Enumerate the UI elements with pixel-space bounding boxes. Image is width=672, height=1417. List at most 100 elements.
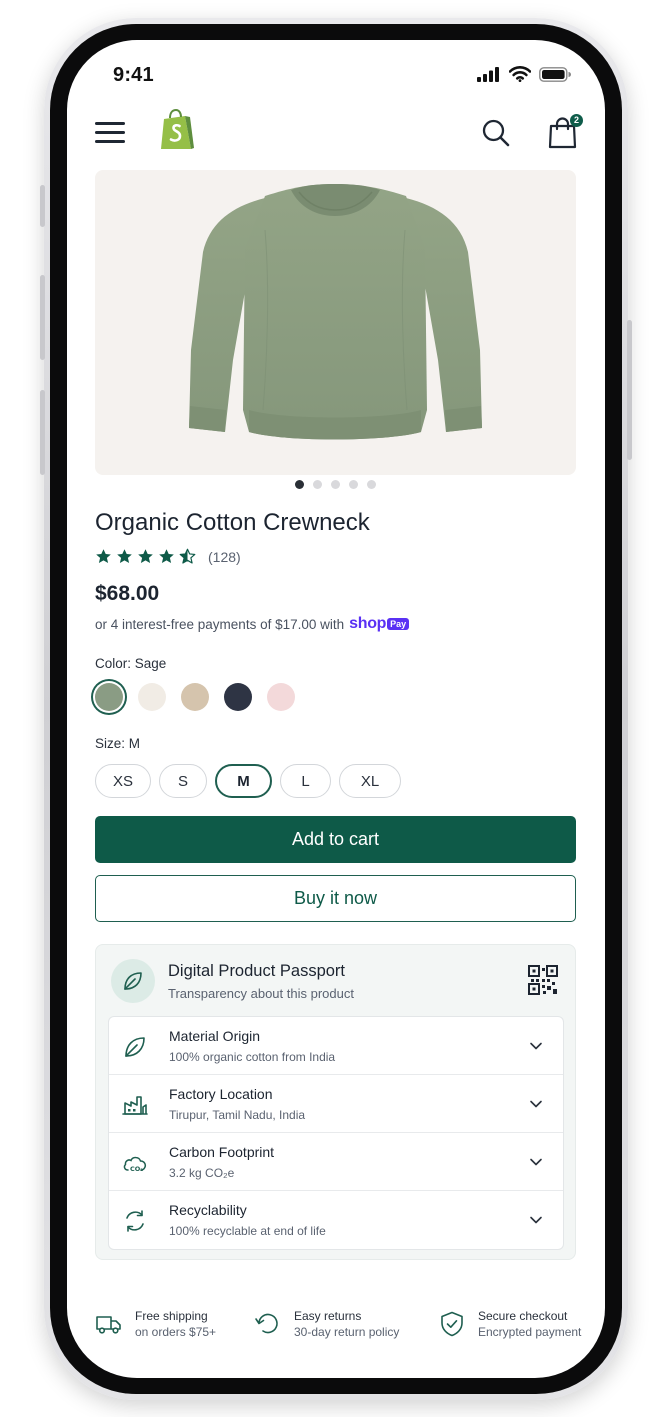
passport-item-title: Factory Location: [169, 1086, 273, 1102]
cart-button[interactable]: 2: [547, 114, 583, 150]
leaf-icon: [125, 1037, 145, 1057]
star-icon: [138, 549, 153, 563]
star-icon: [159, 549, 174, 563]
digital-product-passport: Digital Product Passport Transparency ab…: [95, 944, 576, 1260]
wifi-icon: [509, 66, 531, 82]
star-icon: [96, 549, 111, 563]
status-icons: [477, 66, 571, 82]
rating[interactable]: (128): [95, 548, 241, 565]
passport-item-carbon-footprint[interactable]: CO₂ Carbon Footprint 3.2 kg CO₂e: [109, 1133, 563, 1191]
passport-leaf-badge: [111, 959, 155, 1003]
trust-title: Free shipping: [135, 1309, 208, 1323]
color-selected-value: Sage: [134, 656, 167, 671]
menu-icon-line: [95, 131, 125, 134]
menu-icon: [95, 122, 125, 125]
trust-text: Secure checkout Encrypted payment: [478, 1308, 581, 1340]
color-swatches: [95, 683, 295, 711]
trust-secure-checkout: Secure checkout Encrypted payment: [438, 1308, 581, 1340]
side-button-mute: [40, 185, 45, 227]
phone-screen: 9:41 2 Organic Cotton Crewneck (128) $68…: [67, 40, 605, 1378]
passport-item-factory-location[interactable]: Factory Location Tirupur, Tamil Nadu, In…: [109, 1075, 563, 1133]
menu-button[interactable]: [95, 122, 125, 146]
carousel-dot[interactable]: [312, 480, 322, 489]
image-carousel-dots[interactable]: [67, 480, 605, 489]
star-icon: [117, 549, 132, 563]
installments-text: or 4 interest-free payments of $17.00 wi…: [95, 616, 345, 632]
battery-icon: [539, 66, 571, 82]
side-button-volume-up: [40, 275, 45, 360]
chevron-down-icon: [530, 1216, 542, 1224]
half-star-icon: [179, 548, 196, 564]
svg-text:CO₂: CO₂: [130, 1165, 143, 1173]
size-option-xl[interactable]: XL: [339, 764, 401, 798]
color-swatch-navy[interactable]: [224, 683, 252, 711]
passport-item-title: Recyclability: [169, 1202, 247, 1218]
passport-item-material-origin[interactable]: Material Origin 100% organic cotton from…: [109, 1017, 563, 1075]
passport-subtitle: Transparency about this product: [168, 986, 354, 1001]
qr-code-icon[interactable]: [528, 965, 558, 995]
size-options: XS S M L XL: [95, 764, 401, 798]
color-swatch-sage[interactable]: [95, 683, 123, 711]
passport-items-list: Material Origin 100% organic cotton from…: [108, 1016, 564, 1250]
factory-icon: [122, 1096, 148, 1115]
color-label: Color: Sage: [95, 656, 166, 671]
trust-subtitle: on orders $75+: [135, 1325, 217, 1339]
carousel-dot[interactable]: [330, 480, 340, 489]
passport-item-value: 100% recyclable at end of life: [169, 1224, 326, 1238]
size-option-xs[interactable]: XS: [95, 764, 151, 798]
product-image[interactable]: [95, 170, 576, 475]
trust-subtitle: Encrypted payment: [478, 1325, 582, 1339]
recycle-icon: [126, 1210, 144, 1232]
trust-text: Free shipping on orders $75+: [135, 1308, 216, 1340]
trust-subtitle: 30-day return policy: [294, 1325, 400, 1339]
color-swatch-cream[interactable]: [138, 683, 166, 711]
return-arrow-icon: [255, 1313, 278, 1334]
size-label-text: Size:: [95, 736, 126, 751]
size-label: Size: M: [95, 736, 140, 751]
cellular-signal-icon: [477, 66, 499, 82]
carousel-dot[interactable]: [366, 480, 376, 489]
size-option-s[interactable]: S: [159, 764, 207, 798]
shield-check-icon: [441, 1311, 463, 1337]
installments-info[interactable]: or 4 interest-free payments of $17.00 wi…: [95, 615, 410, 633]
chevron-down-icon: [530, 1100, 542, 1108]
size-option-l[interactable]: L: [280, 764, 331, 798]
passport-item-title: Material Origin: [169, 1028, 261, 1044]
passport-item-recyclability[interactable]: Recyclability 100% recyclable at end of …: [109, 1191, 563, 1249]
chevron-down-icon: [530, 1042, 542, 1050]
shop-pay-badge: Pay: [387, 618, 410, 630]
side-button-volume-down: [40, 390, 45, 475]
size-option-m[interactable]: M: [215, 764, 272, 798]
cloud-co2-icon: CO₂: [123, 1156, 147, 1173]
carousel-dot[interactable]: [294, 480, 304, 489]
menu-icon-line: [95, 140, 125, 143]
size-selected-value: M: [128, 736, 141, 751]
side-button-power: [627, 320, 632, 460]
color-label-text: Color:: [95, 656, 132, 671]
passport-item-value: Tirupur, Tamil Nadu, India: [169, 1108, 306, 1122]
buy-it-now-button[interactable]: Buy it now: [95, 875, 576, 922]
shopify-logo-icon[interactable]: [158, 108, 196, 152]
search-icon: [482, 119, 510, 147]
search-button[interactable]: [481, 118, 511, 148]
chevron-down-icon: [530, 1158, 542, 1166]
cart-count-badge: 2: [570, 114, 583, 127]
passport-item-value: 3.2 kg CO₂e: [169, 1166, 235, 1180]
trust-title: Easy returns: [294, 1309, 362, 1323]
trust-title: Secure checkout: [478, 1309, 568, 1323]
passport-item-title: Carbon Footprint: [169, 1144, 275, 1160]
product-price: $68.00: [95, 582, 160, 605]
truck-icon: [96, 1316, 121, 1334]
review-count[interactable]: (128): [208, 549, 241, 565]
add-to-cart-button[interactable]: Add to cart: [95, 816, 576, 863]
carousel-dot[interactable]: [348, 480, 358, 489]
trust-free-shipping: Free shipping on orders $75+: [95, 1308, 216, 1340]
trust-text: Easy returns 30-day return policy: [294, 1308, 399, 1340]
passport-title: Digital Product Passport: [168, 962, 345, 980]
status-time: 9:41: [113, 64, 154, 86]
color-swatch-blush[interactable]: [267, 683, 295, 711]
product-title: Organic Cotton Crewneck: [95, 509, 370, 536]
sweatshirt-image: [189, 184, 482, 440]
color-swatch-oat[interactable]: [181, 683, 209, 711]
passport-item-value: 100% organic cotton from India: [169, 1050, 336, 1064]
